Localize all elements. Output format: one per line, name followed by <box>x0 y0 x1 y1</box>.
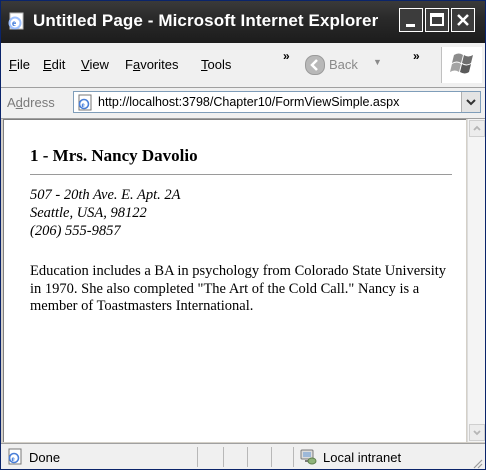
scroll-down-button[interactable] <box>469 424 485 441</box>
menu-view[interactable]: View <box>81 57 109 72</box>
intranet-icon <box>299 448 317 465</box>
chevron-down-icon <box>466 99 476 106</box>
menu-tools[interactable]: Tools <box>201 57 231 72</box>
page-icon: e <box>77 94 94 111</box>
address-line-1: 507 - 20th Ave. E. Apt. 2A <box>30 187 181 203</box>
svg-text:e: e <box>12 18 16 28</box>
menu-favorites-label-end: vorites <box>140 57 179 72</box>
menu-favorites[interactable]: Favorites <box>125 57 178 72</box>
status-divider <box>223 447 224 467</box>
browser-window: e Untitled Page - Microsoft Internet Exp… <box>0 0 486 470</box>
close-button[interactable] <box>451 8 475 32</box>
address-input[interactable]: e http://localhost:3798/Chapter10/FormVi… <box>73 91 481 113</box>
title-bar[interactable]: e Untitled Page - Microsoft Internet Exp… <box>1 1 485 43</box>
back-label: Back <box>329 57 358 72</box>
menu-edit-label: dit <box>51 57 66 72</box>
minimize-button[interactable] <box>399 8 423 32</box>
address-label-start: A <box>7 95 16 110</box>
close-icon <box>457 14 469 26</box>
menu-overflow-chevron[interactable]: » <box>283 49 290 63</box>
menu-file[interactable]: File <box>9 57 30 72</box>
menu-bar: File Edit View Favorites Tools » Back ▼ … <box>1 43 485 88</box>
address-bar: Address e http://localhost:3798/Chapter1… <box>1 88 485 119</box>
menu-edit[interactable]: Edit <box>43 57 65 72</box>
back-dropdown-icon[interactable]: ▼ <box>373 57 382 67</box>
status-text: Done <box>29 450 61 465</box>
menu-file-accelerator: F <box>9 57 17 72</box>
divider <box>30 174 452 175</box>
page-content: 1 - Mrs. Nancy Davolio 507 - 20th Ave. E… <box>3 119 466 442</box>
status-divider <box>293 447 294 467</box>
scroll-up-icon <box>473 125 481 131</box>
menu-tools-label: ools <box>207 57 232 72</box>
minimize-icon <box>406 24 415 27</box>
resize-grip-icon[interactable] <box>471 456 483 469</box>
vertical-scrollbar[interactable] <box>467 119 485 442</box>
status-bar: e Done Local intranet <box>1 443 485 469</box>
menu-file-label: ile <box>16 57 30 72</box>
status-divider <box>247 447 248 467</box>
ie-page-icon: e <box>7 11 27 31</box>
contact-block: 507 - 20th Ave. E. Apt. 2A Seattle, USA,… <box>30 186 181 240</box>
page-title: 1 - Mrs. Nancy Davolio <box>30 146 198 165</box>
windows-logo-icon <box>441 47 482 83</box>
svg-text:e: e <box>82 101 85 109</box>
toolbar-overflow-chevron[interactable]: » <box>413 49 420 63</box>
address-line-2: Seattle, USA, 98122 <box>30 205 147 221</box>
window-title: Untitled Page - Microsoft Internet Explo… <box>33 11 379 30</box>
address-label-end: dress <box>22 95 55 110</box>
address-url: http://localhost:3798/Chapter10/FormView… <box>98 95 400 109</box>
address-dropdown-button[interactable] <box>461 92 480 112</box>
status-divider <box>197 447 198 467</box>
menu-edit-accelerator: E <box>43 57 52 72</box>
menu-favorites-label-start: F <box>125 57 133 72</box>
svg-text:e: e <box>12 455 15 463</box>
scroll-down-icon <box>473 430 481 436</box>
notes-paragraph: Education includes a BA in psychology fr… <box>30 263 447 314</box>
back-arrow-icon <box>305 55 325 75</box>
address-label-accelerator: d <box>15 95 23 110</box>
status-divider <box>271 447 272 467</box>
address-label: Address <box>7 95 55 110</box>
phone-number: (206) 555-9857 <box>30 223 121 239</box>
security-zone-label: Local intranet <box>323 450 402 465</box>
maximize-icon <box>430 13 444 26</box>
page-icon: e <box>7 448 24 465</box>
menu-view-label: iew <box>89 57 109 72</box>
maximize-button[interactable] <box>425 8 449 32</box>
scroll-up-button[interactable] <box>469 120 485 137</box>
